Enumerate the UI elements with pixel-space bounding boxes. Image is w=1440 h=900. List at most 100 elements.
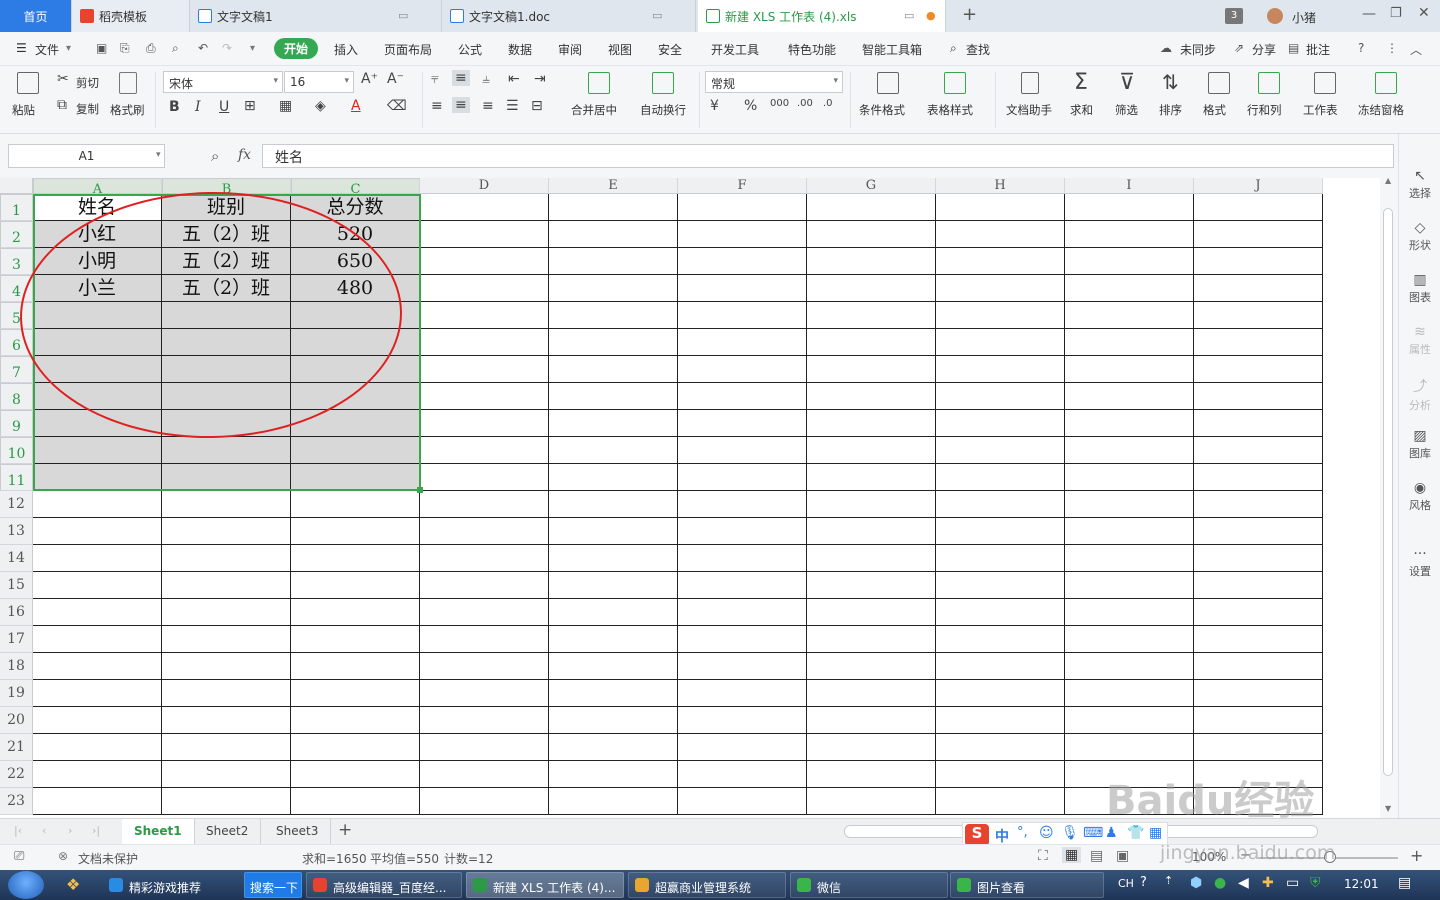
cell-e20[interactable] bbox=[549, 707, 678, 734]
cell-f9[interactable] bbox=[678, 410, 807, 437]
cell-d14[interactable] bbox=[420, 545, 549, 572]
column-header-c[interactable]: C bbox=[291, 178, 420, 197]
cell-e6[interactable] bbox=[549, 329, 678, 356]
cell-b13[interactable] bbox=[162, 518, 291, 545]
row-header-12[interactable]: 12 bbox=[0, 491, 33, 518]
cell-c10[interactable] bbox=[291, 437, 420, 464]
cell-d15[interactable] bbox=[420, 572, 549, 599]
cell-g3[interactable] bbox=[807, 248, 936, 275]
panel-settings[interactable]: ··· 设置 bbox=[1399, 546, 1440, 579]
close-icon[interactable]: ✕ bbox=[1418, 5, 1430, 21]
sort-button[interactable]: 排序 bbox=[1159, 102, 1182, 118]
paste-icon[interactable] bbox=[17, 72, 39, 94]
cell-h21[interactable] bbox=[936, 734, 1065, 761]
fx-icon[interactable]: fx bbox=[238, 147, 251, 163]
cell-i1[interactable] bbox=[1065, 194, 1194, 221]
cell-c13[interactable] bbox=[291, 518, 420, 545]
tab-doc1[interactable]: 文字文稿1 ▭ bbox=[190, 0, 442, 32]
cell-d18[interactable] bbox=[420, 653, 549, 680]
row-header-3[interactable]: 3 bbox=[0, 248, 33, 275]
cell-j5[interactable] bbox=[1194, 302, 1323, 329]
redo-icon[interactable]: ↷ bbox=[222, 41, 232, 55]
cell-f17[interactable] bbox=[678, 626, 807, 653]
cell-j15[interactable] bbox=[1194, 572, 1323, 599]
cell-a14[interactable] bbox=[33, 545, 162, 572]
scroll-down-icon[interactable]: ▼ bbox=[1385, 804, 1391, 813]
tab-home[interactable]: 首页 bbox=[0, 0, 72, 32]
table-style-button[interactable]: 表格样式 bbox=[927, 102, 973, 118]
menu-formula[interactable]: 公式 bbox=[458, 41, 482, 58]
copy-icon[interactable]: ⧉ bbox=[57, 97, 67, 113]
row-header-19[interactable]: 19 bbox=[0, 680, 33, 707]
cell-b11[interactable] bbox=[162, 464, 291, 491]
align-top-icon[interactable]: ⫧ bbox=[431, 71, 439, 87]
cell-a1[interactable]: 姓名 bbox=[33, 194, 162, 221]
cut-icon[interactable]: ✂ bbox=[57, 71, 69, 87]
cell-i3[interactable] bbox=[1065, 248, 1194, 275]
cell-j3[interactable] bbox=[1194, 248, 1323, 275]
cell-d6[interactable] bbox=[420, 329, 549, 356]
cell-j17[interactable] bbox=[1194, 626, 1323, 653]
cell-i15[interactable] bbox=[1065, 572, 1194, 599]
cell-e18[interactable] bbox=[549, 653, 678, 680]
cell-c23[interactable] bbox=[291, 788, 420, 815]
cell-i6[interactable] bbox=[1065, 329, 1194, 356]
cell-a22[interactable] bbox=[33, 761, 162, 788]
cell-a7[interactable] bbox=[33, 356, 162, 383]
cell-f16[interactable] bbox=[678, 599, 807, 626]
chevron-down-icon[interactable]: ▾ bbox=[66, 43, 71, 54]
comment-button[interactable]: 批注 bbox=[1306, 41, 1330, 58]
row-header-9[interactable]: 9 bbox=[0, 410, 33, 437]
format-button[interactable]: 格式 bbox=[1203, 102, 1226, 118]
cell-d16[interactable] bbox=[420, 599, 549, 626]
decrease-decimal-icon[interactable]: .0 bbox=[823, 98, 833, 109]
cell-h10[interactable] bbox=[936, 437, 1065, 464]
cell-c1[interactable]: 总分数 bbox=[291, 194, 420, 221]
cell-f21[interactable] bbox=[678, 734, 807, 761]
cell-i11[interactable] bbox=[1065, 464, 1194, 491]
cell-i4[interactable] bbox=[1065, 275, 1194, 302]
row-header-8[interactable]: 8 bbox=[0, 383, 33, 410]
column-header-f[interactable]: F bbox=[678, 178, 807, 194]
row-header-17[interactable]: 17 bbox=[0, 626, 33, 653]
cell-e15[interactable] bbox=[549, 572, 678, 599]
cell-h4[interactable] bbox=[936, 275, 1065, 302]
normal-view-icon[interactable]: ▦ bbox=[1062, 847, 1082, 863]
cell-g19[interactable] bbox=[807, 680, 936, 707]
column-header-e[interactable]: E bbox=[549, 178, 678, 194]
cell-d3[interactable] bbox=[420, 248, 549, 275]
toolbox-icon[interactable]: ▦ bbox=[1149, 825, 1162, 841]
cell-d5[interactable] bbox=[420, 302, 549, 329]
cell-g23[interactable] bbox=[807, 788, 936, 815]
share-button[interactable]: 分享 bbox=[1252, 41, 1276, 58]
row-header-21[interactable]: 21 bbox=[0, 734, 33, 761]
tab-float-icon[interactable]: ▭ bbox=[652, 9, 662, 22]
wrap-text-button[interactable]: 自动换行 bbox=[640, 102, 686, 118]
cell-g5[interactable] bbox=[807, 302, 936, 329]
cell-h17[interactable] bbox=[936, 626, 1065, 653]
cell-g6[interactable] bbox=[807, 329, 936, 356]
cell-d4[interactable] bbox=[420, 275, 549, 302]
cell-e10[interactable] bbox=[549, 437, 678, 464]
cell-g18[interactable] bbox=[807, 653, 936, 680]
cell-a5[interactable] bbox=[33, 302, 162, 329]
cell-i10[interactable] bbox=[1065, 437, 1194, 464]
cell-i8[interactable] bbox=[1065, 383, 1194, 410]
cell-i16[interactable] bbox=[1065, 599, 1194, 626]
cell-g8[interactable] bbox=[807, 383, 936, 410]
cell-d12[interactable] bbox=[420, 491, 549, 518]
font-name-select[interactable]: 宋体 ▾ bbox=[163, 71, 283, 93]
rows-cols-button[interactable]: 行和列 bbox=[1247, 102, 1282, 118]
name-box-dropdown-icon[interactable]: ▾ bbox=[156, 150, 161, 160]
undo-icon[interactable]: ↶ bbox=[198, 41, 208, 55]
cell-h8[interactable] bbox=[936, 383, 1065, 410]
cell-e5[interactable] bbox=[549, 302, 678, 329]
cell-j1[interactable] bbox=[1194, 194, 1323, 221]
cell-h3[interactable] bbox=[936, 248, 1065, 275]
cell-d21[interactable] bbox=[420, 734, 549, 761]
cell-g16[interactable] bbox=[807, 599, 936, 626]
wechat-tray-icon[interactable]: ● bbox=[1214, 875, 1226, 891]
fill-style-icon[interactable]: ▦ bbox=[279, 98, 292, 114]
cell-a15[interactable] bbox=[33, 572, 162, 599]
menu-features[interactable]: 特色功能 bbox=[788, 41, 836, 58]
